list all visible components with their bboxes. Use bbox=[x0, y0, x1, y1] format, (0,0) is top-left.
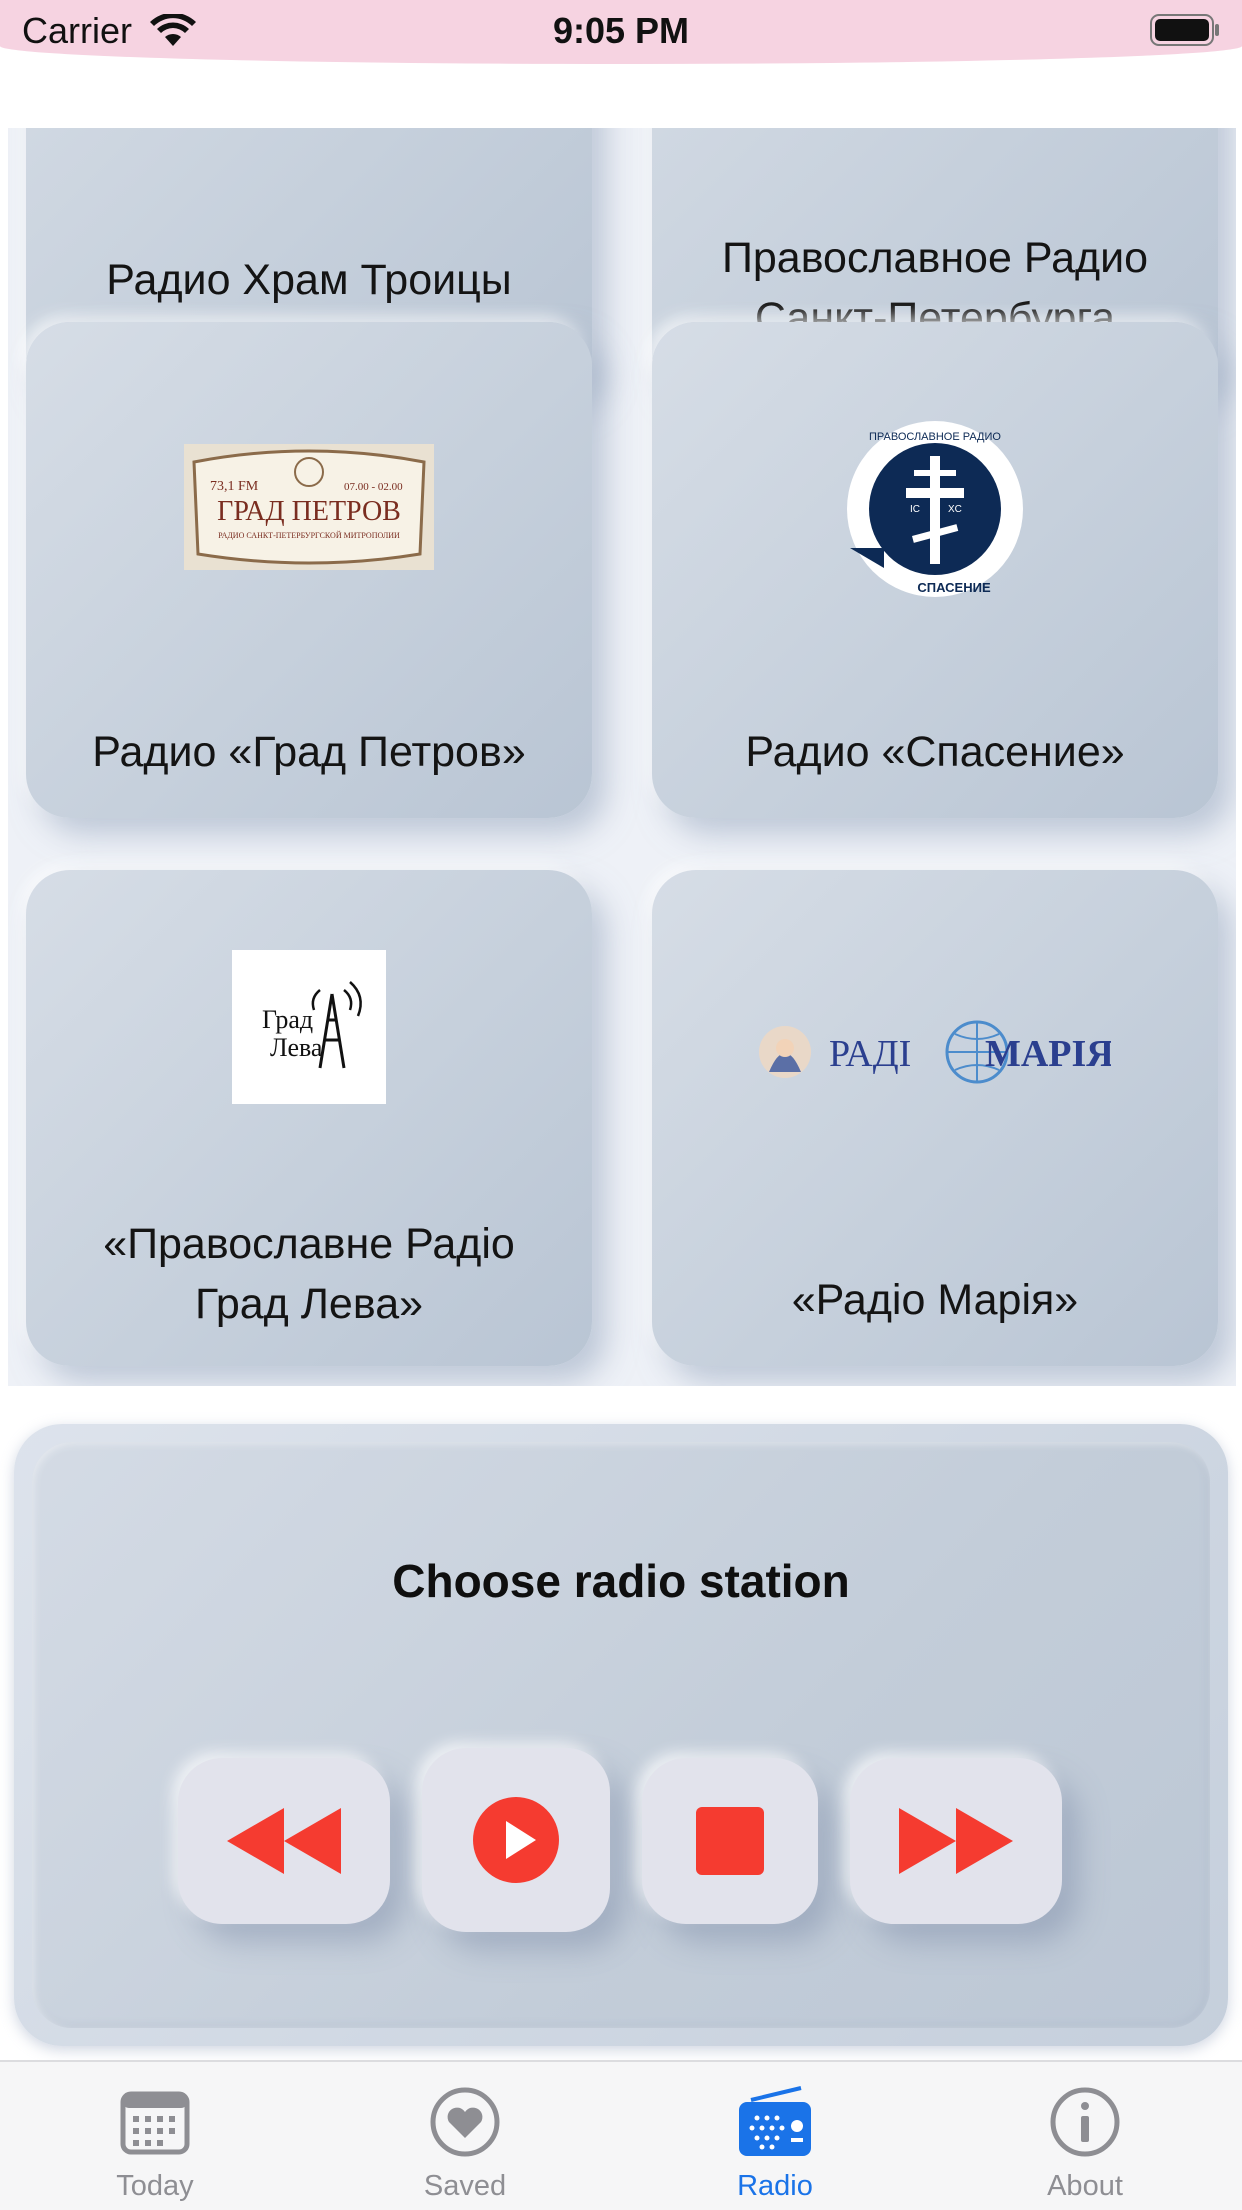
tab-label: Today bbox=[116, 2170, 194, 2202]
calendar-icon bbox=[120, 2091, 190, 2155]
tab-label: Saved bbox=[423, 2170, 507, 2202]
station-grid: Радио Храм Троицы Православное Радио Сан… bbox=[8, 128, 1236, 1386]
status-bar: Carrier 9:05 PM bbox=[0, 0, 1242, 64]
stop-button[interactable] bbox=[642, 1758, 818, 1924]
grad-petrov-logo: 73,1 FM 07.00 - 02.00 ГРАД ПЕТРОВ РАДИО … bbox=[184, 444, 434, 570]
tab-bar: Today Saved Radio About bbox=[0, 2060, 1242, 2210]
player-title: Choose radio station bbox=[392, 1555, 850, 1607]
tab-radio[interactable]: Radio bbox=[620, 2062, 930, 2210]
fast-forward-button[interactable] bbox=[850, 1758, 1062, 1924]
svg-text:Град: Град bbox=[262, 1005, 313, 1034]
svg-text:XC: XC bbox=[948, 504, 962, 515]
svg-text:ПРАВОСЛАВНОЕ РАДИО: ПРАВОСЛАВНОЕ РАДИО bbox=[869, 431, 1001, 443]
play-icon bbox=[473, 1797, 559, 1883]
player-inner: Choose radio station bbox=[32, 1442, 1210, 2028]
station-label: Радио Храм Троицы bbox=[106, 256, 512, 304]
station-card-grad-leva[interactable]: Град Лева «Православне Радіо Град Лева» bbox=[26, 870, 592, 1366]
rewind-button[interactable] bbox=[178, 1758, 390, 1924]
tab-saved[interactable]: Saved bbox=[310, 2062, 620, 2210]
rewind-icon bbox=[227, 1808, 341, 1874]
info-icon bbox=[1050, 2087, 1120, 2157]
radio-maria-logo: РАДІ МАРІЯ bbox=[759, 1020, 1111, 1084]
svg-text:СПАСЕНИЕ: СПАСЕНИЕ bbox=[917, 580, 991, 595]
svg-text:ГРАД ПЕТРОВ: ГРАД ПЕТРОВ bbox=[217, 496, 401, 527]
station-label: Радио «Град Петров» bbox=[92, 728, 526, 776]
tab-label: Radio bbox=[737, 2170, 813, 2202]
svg-text:07.00 - 02.00: 07.00 - 02.00 bbox=[344, 481, 403, 493]
player-panel: Choose radio station bbox=[14, 1424, 1228, 2046]
svg-text:73,1 FM: 73,1 FM bbox=[210, 479, 259, 494]
stop-icon bbox=[696, 1807, 764, 1875]
station-card-spasenie[interactable]: ПРАВОСЛАВНОЕ РАДИО СПАСЕНИЕ IC XC Радио … bbox=[652, 322, 1218, 818]
play-button[interactable] bbox=[422, 1748, 610, 1932]
station-card-grad-petrov[interactable]: 73,1 FM 07.00 - 02.00 ГРАД ПЕТРОВ РАДИО … bbox=[26, 322, 592, 818]
fast-forward-icon bbox=[899, 1808, 1013, 1874]
tab-about[interactable]: About bbox=[930, 2062, 1240, 2210]
station-label: Радио «Спасение» bbox=[745, 728, 1125, 776]
spasenie-logo: ПРАВОСЛАВНОЕ РАДИО СПАСЕНИЕ IC XC bbox=[847, 421, 1023, 597]
svg-text:РАДІ: РАДІ bbox=[829, 1033, 911, 1075]
tab-today[interactable]: Today bbox=[0, 2062, 310, 2210]
station-card-radio-maria[interactable]: РАДІ МАРІЯ «Радіо Марія» bbox=[652, 870, 1218, 1366]
svg-text:Лева: Лева bbox=[270, 1033, 323, 1062]
station-label: «Православне Радіо Град Лева» bbox=[103, 1220, 515, 1328]
station-label: «Радіо Марія» bbox=[791, 1276, 1079, 1324]
svg-text:IC: IC bbox=[910, 504, 920, 515]
heart-icon bbox=[430, 2087, 500, 2157]
clock: 9:05 PM bbox=[552, 10, 690, 51]
battery-icon bbox=[1150, 14, 1219, 46]
svg-text:МАРІЯ: МАРІЯ bbox=[985, 1033, 1111, 1075]
tab-label: About bbox=[1047, 2170, 1123, 2202]
grad-leva-logo: Град Лева bbox=[232, 950, 386, 1104]
svg-text:РАДИО САНКТ-ПЕТЕРБУРГСКОЙ МИТР: РАДИО САНКТ-ПЕТЕРБУРГСКОЙ МИТРОПОЛИИ bbox=[218, 531, 400, 540]
radio-icon bbox=[739, 2086, 811, 2156]
